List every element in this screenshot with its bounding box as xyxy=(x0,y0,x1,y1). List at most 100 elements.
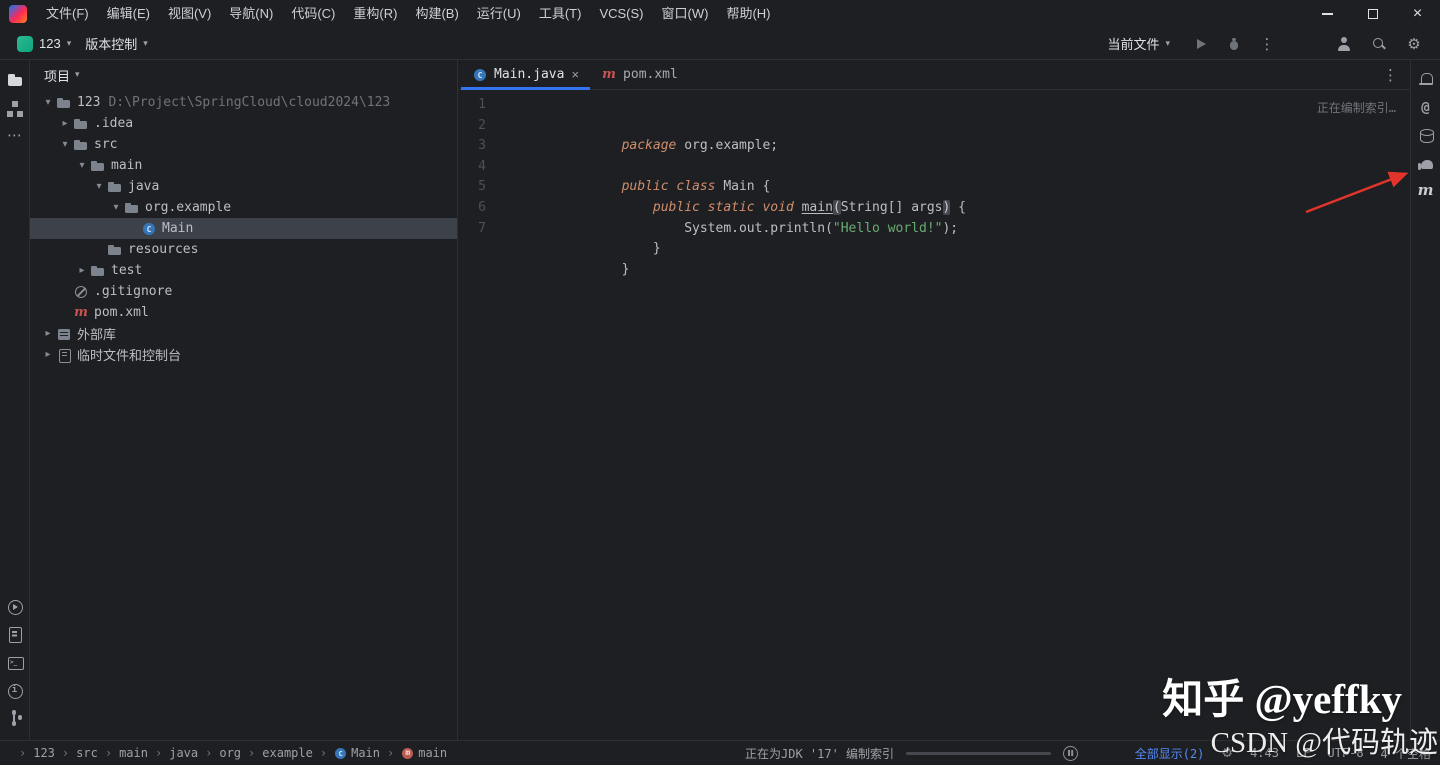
more-actions-icon[interactable]: ⋮ xyxy=(1258,35,1276,53)
menu-item[interactable]: 文件(F) xyxy=(37,0,98,28)
tree-chevron-icon[interactable] xyxy=(74,160,90,171)
menu-item[interactable]: 编辑(E) xyxy=(98,0,159,28)
gradle-tool-icon[interactable] xyxy=(1413,152,1439,178)
line-separator-widget[interactable]: LF xyxy=(1296,746,1310,760)
status-bar: 123 src main java org example xyxy=(0,740,1440,765)
tree-row[interactable]: Main xyxy=(30,218,457,239)
tree-item-label: test xyxy=(111,263,142,278)
tree-chevron-icon[interactable] xyxy=(91,181,107,192)
tree-chevron-icon[interactable] xyxy=(108,202,124,213)
status-bar-right-group: 全部显示(2) ⚙ 4:43 LF UTF-8 4 个空格 xyxy=(1135,745,1440,762)
ai-assistant-icon[interactable] xyxy=(1413,96,1439,122)
tree-row[interactable]: .gitignore xyxy=(30,281,457,302)
breadcrumb-item[interactable]: org xyxy=(198,746,241,760)
maximize-button[interactable] xyxy=(1350,0,1395,28)
menu-item[interactable]: 窗口(W) xyxy=(653,0,718,28)
project-tool-icon[interactable] xyxy=(2,68,28,94)
tree-row[interactable]: 123 D:\Project\SpringCloud\cloud2024\123 xyxy=(30,92,457,113)
more-tool-windows-icon[interactable] xyxy=(2,124,28,150)
menu-item[interactable]: VCS(S) xyxy=(590,0,652,28)
tree-chevron-icon[interactable] xyxy=(40,328,56,339)
breadcrumb-item[interactable]: example xyxy=(241,746,313,760)
tree-item-icon xyxy=(56,95,72,111)
tree-row[interactable]: pom.xml xyxy=(30,302,457,323)
line-number: 3 xyxy=(458,136,500,157)
tree-chevron-icon[interactable] xyxy=(57,118,73,129)
notifications-icon[interactable] xyxy=(1413,68,1439,94)
tree-row[interactable]: 外部库 xyxy=(30,323,457,344)
tree-row[interactable]: main xyxy=(30,155,457,176)
todo-tool-icon[interactable] xyxy=(2,622,28,648)
menu-item[interactable]: 视图(V) xyxy=(159,0,220,28)
toolbar-far-group: ⚙ xyxy=(1335,35,1430,53)
encoding-widget[interactable]: UTF-8 xyxy=(1327,746,1363,760)
menu-item[interactable]: 帮助(H) xyxy=(717,0,779,28)
tree-row[interactable]: test xyxy=(30,260,457,281)
code-token: System.out.println( xyxy=(622,221,833,236)
terminal-tool-icon[interactable] xyxy=(2,650,28,676)
menu-item[interactable]: 代码(C) xyxy=(282,0,344,28)
run-button[interactable] xyxy=(1192,35,1210,53)
maven-tool-icon[interactable] xyxy=(1413,180,1439,206)
project-panel-header[interactable]: 项目 ▾ xyxy=(30,60,457,90)
vcs-widget[interactable]: 版本控制 ▾ xyxy=(78,31,155,56)
structure-tool-icon[interactable] xyxy=(2,96,28,122)
problems-tool-icon[interactable] xyxy=(2,678,28,704)
close-button[interactable]: × xyxy=(1395,0,1440,28)
run-configuration-widget[interactable]: 当前文件 ▾ xyxy=(1100,31,1177,56)
breadcrumb: 123 src main java org example xyxy=(0,746,447,760)
tree-chevron-icon[interactable] xyxy=(40,349,56,360)
debug-button[interactable] xyxy=(1225,35,1243,53)
indent-widget[interactable]: 4 个空格 xyxy=(1381,745,1431,762)
code-tokens: public class Main { xyxy=(500,136,770,157)
close-icon: × xyxy=(1413,6,1422,22)
left-strip-bottom xyxy=(2,592,28,734)
tree-row[interactable]: src xyxy=(30,134,457,155)
line-number: 4 xyxy=(458,157,500,178)
show-all-link[interactable]: 全部显示(2) xyxy=(1135,745,1205,762)
editor-tabs: Main.java × pom.xml × xyxy=(461,60,689,89)
version-control-tool-icon[interactable] xyxy=(2,706,28,732)
tab-label: pom.xml xyxy=(623,67,678,82)
code-editor[interactable]: 1 package org.example; 2 3 xyxy=(458,90,1410,740)
editor-tab[interactable]: pom.xml × xyxy=(590,60,689,89)
breadcrumb-item[interactable]: java xyxy=(148,746,198,760)
breadcrumb-item[interactable]: src xyxy=(55,746,98,760)
code-line: 1 package org.example; xyxy=(458,95,1410,116)
tree-chevron-icon[interactable] xyxy=(74,265,90,276)
menu-item[interactable]: 工具(T) xyxy=(530,0,591,28)
tree-chevron-icon[interactable] xyxy=(57,139,73,150)
menu-item[interactable]: 构建(B) xyxy=(406,0,467,28)
database-tool-icon[interactable] xyxy=(1413,124,1439,150)
user-profile-icon[interactable] xyxy=(1335,35,1353,53)
tree-row[interactable]: 临时文件和控制台 xyxy=(30,344,457,365)
breadcrumb-item[interactable]: main xyxy=(380,746,447,760)
search-everywhere-icon[interactable] xyxy=(1370,35,1388,53)
pause-indexing-icon[interactable] xyxy=(1063,746,1078,761)
menu-item[interactable]: 重构(R) xyxy=(344,0,406,28)
breadcrumb-item[interactable]: main xyxy=(98,746,148,760)
tree-row[interactable]: resources xyxy=(30,239,457,260)
caret-position-widget[interactable]: 4:43 xyxy=(1250,746,1279,760)
tab-options-icon[interactable]: ⋮ xyxy=(1371,66,1410,84)
breadcrumb-item[interactable]: 123 xyxy=(12,746,55,760)
project-widget[interactable]: 123 ▾ xyxy=(10,33,78,55)
menu-item[interactable]: 导航(N) xyxy=(220,0,282,28)
editor-tab[interactable]: Main.java × xyxy=(461,60,590,89)
project-tree: 123 D:\Project\SpringCloud\cloud2024\123… xyxy=(30,90,457,740)
run-tool-icon[interactable] xyxy=(2,594,28,620)
tree-row[interactable]: java xyxy=(30,176,457,197)
status-gear-icon[interactable]: ⚙ xyxy=(1221,746,1233,761)
idea-logo-icon[interactable] xyxy=(9,5,27,23)
chevron-down-icon: ▾ xyxy=(1165,39,1170,49)
tree-row[interactable]: .idea xyxy=(30,113,457,134)
tree-chevron-icon[interactable] xyxy=(40,97,56,108)
settings-gear-icon[interactable]: ⚙ xyxy=(1405,35,1423,53)
vcs-widget-label: 版本控制 xyxy=(85,34,137,53)
menu-item[interactable]: 运行(U) xyxy=(468,0,530,28)
breadcrumb-item[interactable]: Main xyxy=(313,746,380,760)
minimize-button[interactable] xyxy=(1305,0,1350,28)
editor-area: Main.java × pom.xml × ⋮ 1 xyxy=(458,60,1410,740)
tree-row[interactable]: org.example xyxy=(30,197,457,218)
close-tab-icon[interactable]: × xyxy=(571,67,579,82)
